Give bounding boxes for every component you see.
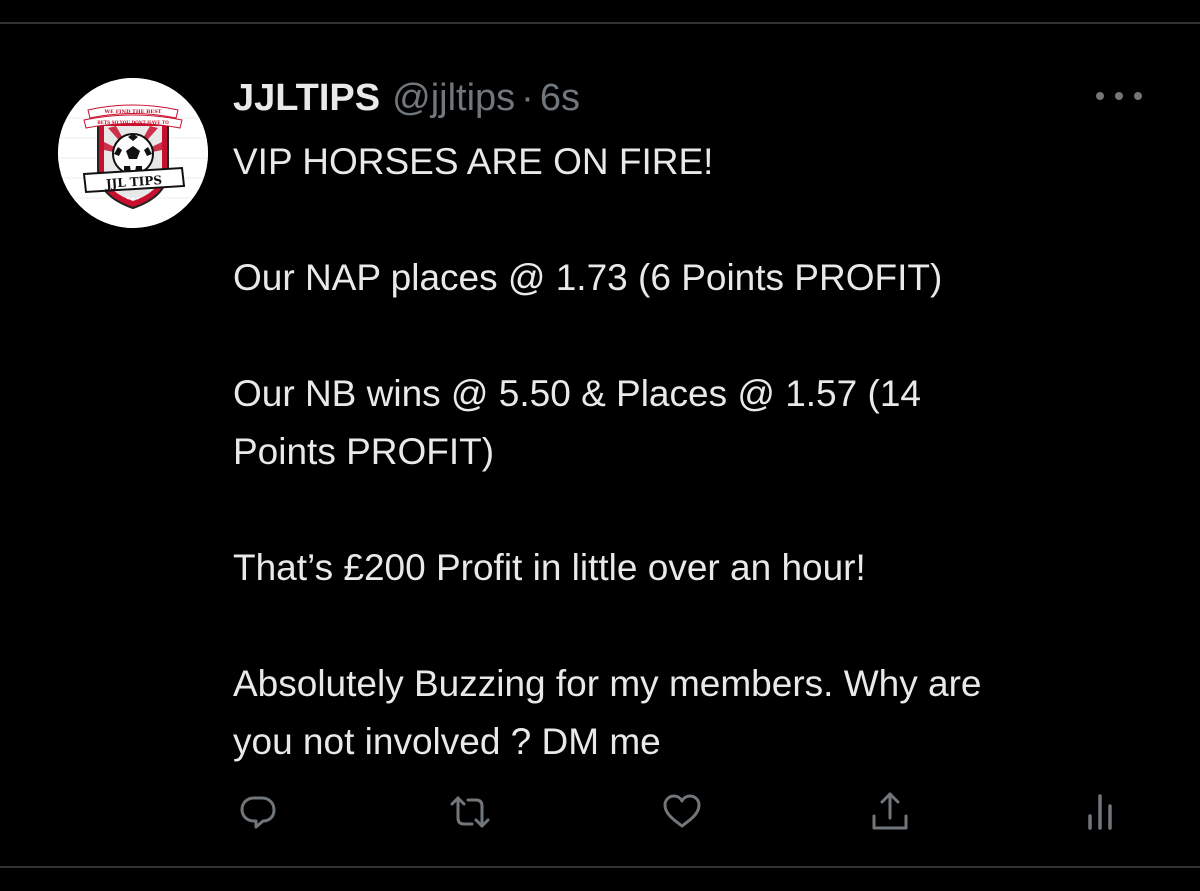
more-dot xyxy=(1096,92,1104,100)
display-name[interactable]: JJLTIPS xyxy=(233,75,380,121)
tweet-text-line: VIP HORSES ARE ON FIRE! xyxy=(233,141,714,182)
tweet-text-line: That’s £200 Profit in little over an hou… xyxy=(233,547,866,588)
analytics-icon xyxy=(1088,794,1112,830)
tweet-actions xyxy=(0,790,1200,840)
top-divider xyxy=(0,22,1200,24)
tweet-text-line xyxy=(233,597,1153,655)
reply-icon xyxy=(240,796,276,829)
tweet-text-line: Absolutely Buzzing for my members. Why a… xyxy=(233,663,982,704)
jjl-tips-logo: WE FIND THE BEST BETS SO YOU DONT HAVE T… xyxy=(58,78,208,228)
tweet-text-line: Points PROFIT) xyxy=(233,431,495,472)
share-icon xyxy=(872,792,908,830)
svg-text:WE FIND THE BEST: WE FIND THE BEST xyxy=(103,109,161,115)
share-button[interactable] xyxy=(868,790,912,834)
timestamp[interactable]: 6s xyxy=(540,75,580,121)
more-dot xyxy=(1134,92,1142,100)
reply-button[interactable] xyxy=(236,790,280,834)
avatar[interactable]: WE FIND THE BEST BETS SO YOU DONT HAVE T… xyxy=(58,78,208,228)
bottom-divider xyxy=(0,866,1200,868)
separator-dot: · xyxy=(521,77,534,119)
retweet-button[interactable] xyxy=(448,790,492,834)
heart-icon xyxy=(663,794,701,828)
tweet-text-line: Our NAP places @ 1.73 (6 Points PROFIT) xyxy=(233,257,943,298)
retweet-icon xyxy=(450,796,490,828)
tweet-text-line xyxy=(233,191,1153,249)
svg-text:BETS SO YOU DONT HAVE TO: BETS SO YOU DONT HAVE TO xyxy=(97,120,169,125)
tweet-header: JJLTIPS @jjltips · 6s xyxy=(233,75,580,121)
tweet-text-line: Our NB wins @ 5.50 & Places @ 1.57 (14 xyxy=(233,373,921,414)
tweet-text-line: you not involved ? DM me xyxy=(233,721,661,762)
tweet-text-line xyxy=(233,307,1153,365)
more-icon[interactable] xyxy=(1096,84,1142,108)
like-button[interactable] xyxy=(660,790,704,834)
more-dot xyxy=(1115,92,1123,100)
analytics-button[interactable] xyxy=(1078,790,1122,834)
tweet-text-line xyxy=(233,481,1153,539)
user-handle[interactable]: @jjltips xyxy=(392,75,515,121)
tweet-text: VIP HORSES ARE ON FIRE! Our NAP places @… xyxy=(233,133,1153,771)
